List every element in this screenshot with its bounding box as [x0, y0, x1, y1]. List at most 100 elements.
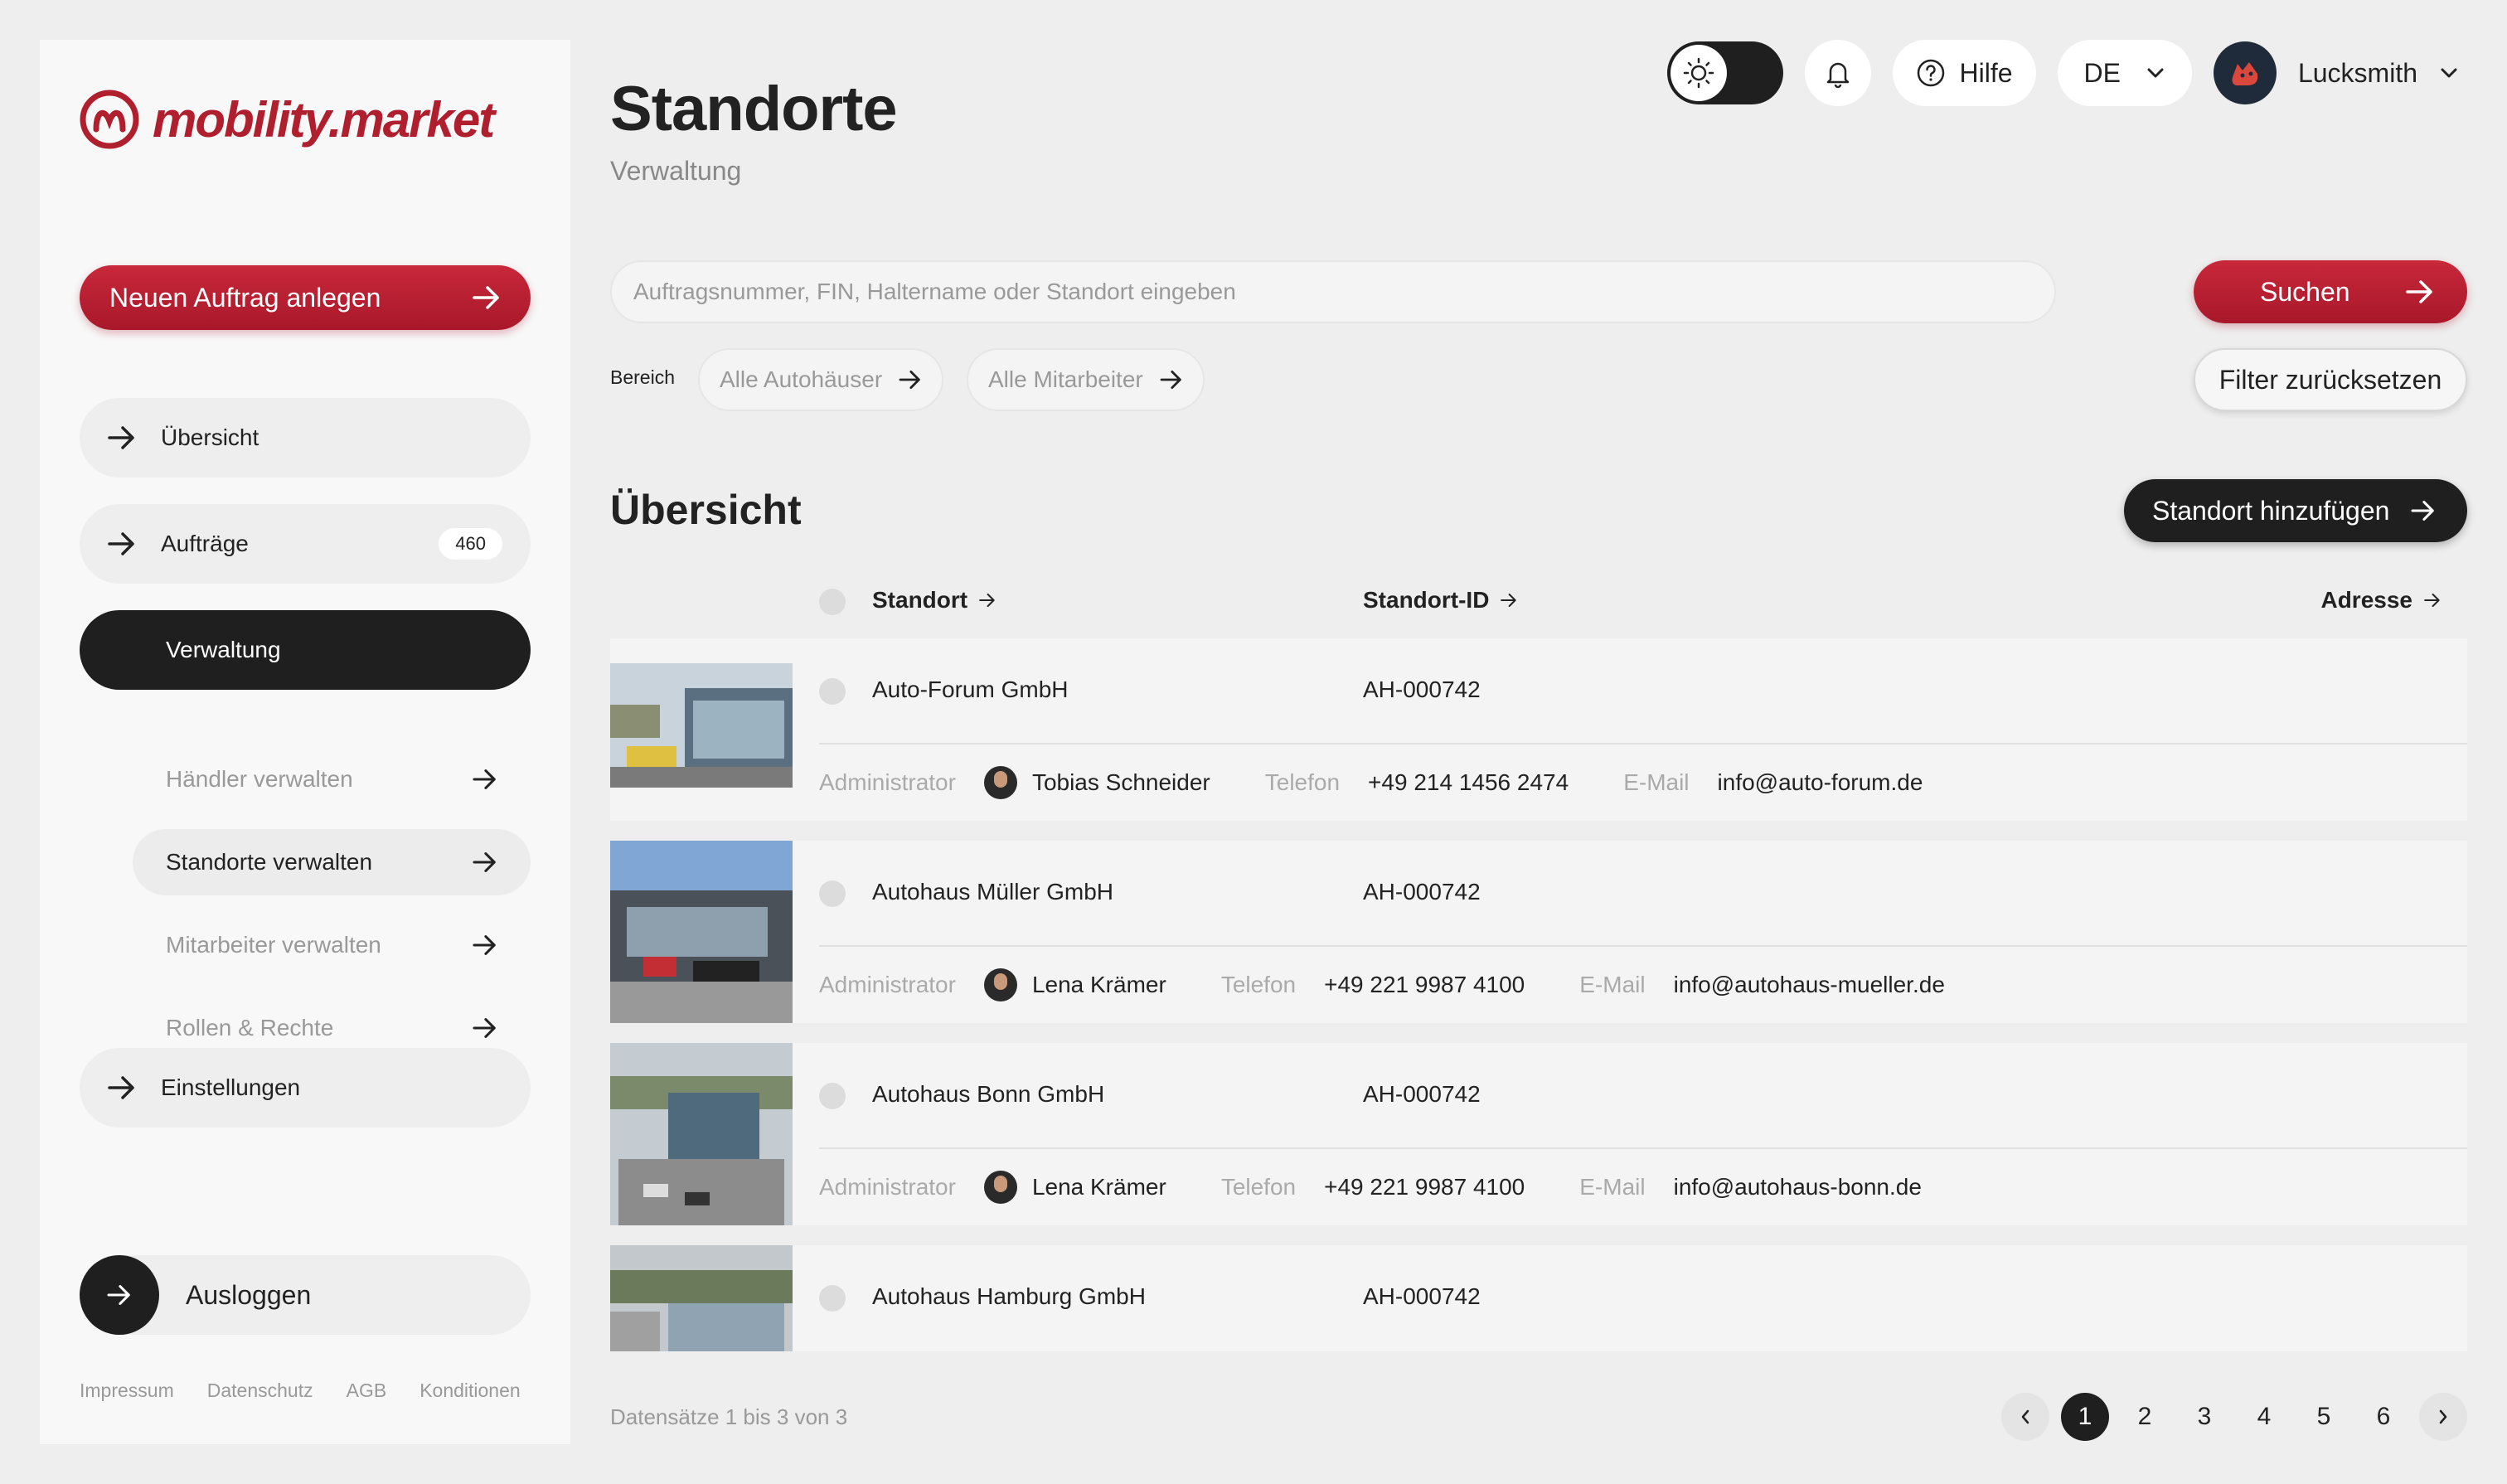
- page-title: Standorte: [610, 74, 898, 144]
- table-row[interactable]: Autohaus Bonn GmbH AH-000742 Administrat…: [610, 1043, 2467, 1225]
- column-label: Standort-ID: [1363, 587, 1490, 613]
- dealership-photo-icon: [610, 1245, 793, 1351]
- phone-value[interactable]: +49 221 9987 4100: [1324, 1174, 1525, 1200]
- brand-logo[interactable]: mobility.market: [78, 88, 495, 151]
- language-select[interactable]: DE: [2057, 40, 2192, 106]
- chevron-down-icon: [2441, 68, 2457, 78]
- footer-link-privacy[interactable]: Datenschutz: [207, 1380, 313, 1402]
- notifications-button[interactable]: [1805, 40, 1872, 106]
- sidebar-subitem-staff[interactable]: Mitarbeiter verwalten: [133, 912, 531, 978]
- filter-staff-select[interactable]: Alle Mitarbeiter: [967, 348, 1205, 411]
- arrow-right-icon: [108, 532, 134, 555]
- sidebar-item-orders[interactable]: Aufträge 460: [80, 504, 531, 584]
- logout-button[interactable]: Ausloggen: [80, 1255, 531, 1335]
- location-id: AH-000742: [1363, 677, 1481, 702]
- sidebar-item-overview[interactable]: Übersicht: [80, 398, 531, 478]
- next-page-button[interactable]: [2419, 1393, 2467, 1441]
- page-button-4[interactable]: 4: [2240, 1393, 2288, 1441]
- row-checkbox[interactable]: [819, 678, 846, 705]
- row-main: Autohaus Hamburg GmbH AH-000742: [819, 1245, 2467, 1351]
- email-value[interactable]: info@autohaus-bonn.de: [1674, 1174, 1922, 1200]
- location-name: Autohaus Müller GmbH: [872, 879, 1114, 904]
- location-photo: [610, 1245, 793, 1351]
- row-checkbox[interactable]: [819, 1083, 846, 1109]
- language-value: DE: [2083, 57, 2121, 88]
- sidebar-subitem-label: Mitarbeiter verwalten: [166, 932, 381, 958]
- sidebar-item-label: Übersicht: [161, 424, 259, 450]
- sidebar-item-management[interactable]: Verwaltung: [80, 610, 531, 690]
- search-placeholder: Auftragsnummer, FIN, Haltername oder Sta…: [633, 279, 1236, 304]
- email-value[interactable]: info@autohaus-mueller.de: [1674, 972, 1945, 998]
- records-info: Datensätze 1 bis 3 von 3: [610, 1404, 848, 1429]
- logout-label: Ausloggen: [186, 1279, 312, 1310]
- arrow-right-icon: [473, 852, 496, 872]
- email-value[interactable]: info@auto-forum.de: [1718, 769, 1923, 796]
- footer-link-impressum[interactable]: Impressum: [80, 1380, 174, 1402]
- table-row[interactable]: Autohaus Hamburg GmbH AH-000742: [610, 1245, 2467, 1351]
- admin-label: Administrator: [819, 972, 956, 997]
- pagination: 1 2 3 4 5 6: [2001, 1393, 2467, 1441]
- page-button-5[interactable]: 5: [2300, 1393, 2348, 1441]
- page-button-2[interactable]: 2: [2121, 1393, 2169, 1441]
- add-location-button[interactable]: Standort hinzufügen: [2124, 479, 2467, 542]
- help-button[interactable]: Hilfe: [1893, 40, 2036, 106]
- user-menu[interactable]: Lucksmith: [2213, 41, 2467, 104]
- sidebar-subitem-dealers[interactable]: Händler verwalten: [133, 746, 531, 812]
- row-main: Autohaus Bonn GmbH AH-000742: [819, 1043, 2467, 1149]
- page-button-3[interactable]: 3: [2180, 1393, 2228, 1441]
- sidebar-item-label: Einstellungen: [161, 1074, 301, 1100]
- admin-name: Lena Krämer: [1031, 1174, 1166, 1200]
- select-all-checkbox[interactable]: [819, 589, 846, 615]
- admin-label: Administrator: [819, 1174, 956, 1200]
- phone-value[interactable]: +49 214 1456 2474: [1368, 769, 1569, 796]
- sidebar-item-settings[interactable]: Einstellungen: [80, 1048, 531, 1128]
- footer-link-conditions[interactable]: Konditionen: [419, 1380, 521, 1402]
- sidebar-item-label: Aufträge: [161, 531, 249, 556]
- sidebar: mobility.market Neuen Auftrag anlegen Üb…: [40, 40, 570, 1444]
- dealership-photo-icon: [610, 841, 793, 1023]
- page-button-6[interactable]: 6: [2359, 1393, 2408, 1441]
- logo-mark-icon: [80, 90, 139, 149]
- table-row[interactable]: Auto-Forum GmbH AH-000742 Administrator …: [610, 638, 2467, 821]
- search-button[interactable]: Suchen: [2194, 260, 2467, 323]
- admin-avatar: [983, 1171, 1017, 1204]
- column-location[interactable]: Standort: [872, 587, 996, 613]
- location-name: Autohaus Hamburg GmbH: [872, 1283, 1146, 1309]
- arrow-right-icon: [1160, 371, 1181, 389]
- row-checkbox[interactable]: [819, 1285, 846, 1312]
- dealership-photo-icon: [610, 1043, 793, 1225]
- filter-dealers-select[interactable]: Alle Autohäuser: [698, 348, 944, 411]
- arrow-right-icon: [108, 426, 134, 449]
- email-label: E-Mail: [1623, 769, 1690, 795]
- add-location-label: Standort hinzufügen: [2152, 495, 2390, 526]
- user-name: Lucksmith: [2297, 57, 2417, 88]
- sidebar-subitem-locations[interactable]: Standorte verwalten: [133, 829, 531, 895]
- admin-name: Lena Krämer: [1031, 972, 1166, 997]
- section-title: Übersicht: [610, 487, 802, 533]
- help-circle-icon: [1918, 59, 1945, 87]
- dealership-photo-icon: [610, 638, 793, 821]
- table-row[interactable]: Autohaus Müller GmbH AH-000742 Administr…: [610, 841, 2467, 1023]
- new-order-button[interactable]: Neuen Auftrag anlegen: [80, 265, 531, 330]
- search-button-label: Suchen: [2260, 276, 2350, 307]
- main-content: Standorte Verwaltung Hilfe DE Lucksmith …: [610, 0, 2467, 1484]
- theme-toggle[interactable]: [1667, 41, 1784, 104]
- page-button-1[interactable]: 1: [2061, 1393, 2109, 1441]
- filter-dealers-value: Alle Autohäuser: [720, 366, 883, 392]
- search-input[interactable]: Auftragsnummer, FIN, Haltername oder Sta…: [610, 260, 2056, 323]
- location-photo: [610, 1043, 793, 1225]
- reset-filter-button[interactable]: Filter zurücksetzen: [2194, 348, 2467, 411]
- sort-arrow-icon: [979, 593, 995, 608]
- brand-name: mobility.market: [153, 91, 495, 148]
- column-label: Standort: [872, 587, 968, 613]
- footer-link-terms[interactable]: AGB: [347, 1380, 387, 1402]
- phone-value[interactable]: +49 221 9987 4100: [1324, 972, 1525, 998]
- column-location-id[interactable]: Standort-ID: [1363, 587, 1517, 613]
- arrow-right-icon: [473, 769, 496, 789]
- row-checkbox[interactable]: [819, 880, 846, 907]
- topbar: Hilfe DE Lucksmith: [1667, 40, 2467, 106]
- column-address[interactable]: Adresse: [2320, 587, 2441, 613]
- location-name: Autohaus Bonn GmbH: [872, 1081, 1105, 1107]
- arrow-right-icon: [2411, 501, 2435, 521]
- prev-page-button[interactable]: [2001, 1393, 2049, 1441]
